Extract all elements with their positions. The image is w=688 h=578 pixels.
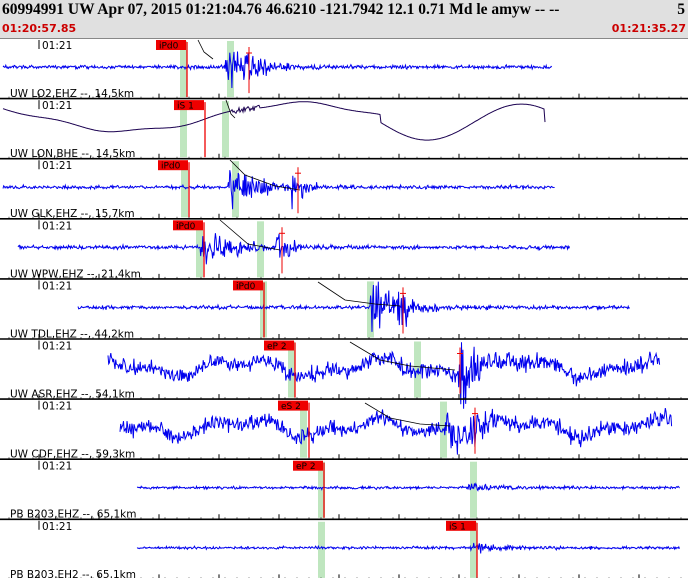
pick-label: iS 1 — [449, 522, 466, 532]
pick-label: iS 1 — [177, 102, 194, 112]
waveform-trace — [2, 170, 555, 210]
time-label: 01:21 — [42, 521, 72, 533]
trace-panel: eS 201:21UW CDF,EHZ --, 59,3km — [0, 400, 688, 461]
trace-panel: iS 1 01:21 PB B203,EH2 --, 65,1km — [8, 520, 682, 578]
trace-panel: eP 201:21PB B203,EHZ --, 65,1km — [0, 460, 688, 521]
trace-panel: iPd001:21UW LO2,EHZ --, 14,5km — [0, 39, 688, 100]
waveform-trace — [2, 101, 546, 141]
phase-window — [470, 461, 477, 518]
travel-time-curve — [197, 39, 214, 60]
time-label: 01:21 — [42, 40, 72, 52]
time-label: 01:21 — [42, 280, 72, 292]
pick-label: eS 2 — [281, 402, 301, 412]
waveform-trace — [136, 542, 680, 554]
waveform-trace — [17, 233, 571, 265]
pick-label: iPd0 — [236, 282, 256, 292]
seismogram-panels[interactable]: iPd001:21UW LO2,EHZ --, 14,5kmiS 101:21U… — [0, 0, 688, 578]
time-label: 01:21 — [42, 100, 72, 112]
pick-label: eP 2 — [296, 462, 316, 472]
pick-label: iPd0 — [161, 162, 181, 172]
trace-panel: iPd001:21UW TDL,EHZ --, 44,2km — [0, 280, 688, 340]
pick-label: eP 2 — [267, 342, 287, 352]
phase-window — [222, 101, 229, 158]
time-label: 01:21 — [42, 401, 72, 413]
time-label: 01:21 — [42, 461, 72, 473]
pick-label: iPd0 — [159, 42, 179, 52]
time-label: 01:21 — [42, 220, 72, 232]
station-label: PB B203,EH2 --, 65,1km — [10, 569, 136, 578]
waveform-trace — [77, 281, 630, 332]
waveform-trace — [2, 51, 553, 89]
waveform-trace — [119, 407, 673, 455]
trace-panel: eP 201:21UW ASR,EHZ --, 54,1km — [0, 340, 688, 409]
trace-panel: iPd001:21UW WPW,EHZ --, 21,4km — [0, 219, 688, 280]
travel-time-curve — [229, 159, 301, 191]
trace-panel: iPd001:21UW GLK,EHZ --, 15,7km — [0, 159, 688, 220]
pick-label: iPd0 — [176, 222, 196, 232]
phase-window — [318, 521, 325, 578]
time-label: 01:21 — [42, 160, 72, 172]
trace-panel: iS 101:21UW LON,BHE --, 14,5km — [0, 99, 688, 160]
waveform-trace — [136, 482, 680, 492]
time-label: 01:21 — [42, 341, 72, 353]
waveform-viewer: 60994991 UW Apr 07, 2015 01:21:04.76 46.… — [0, 0, 688, 578]
